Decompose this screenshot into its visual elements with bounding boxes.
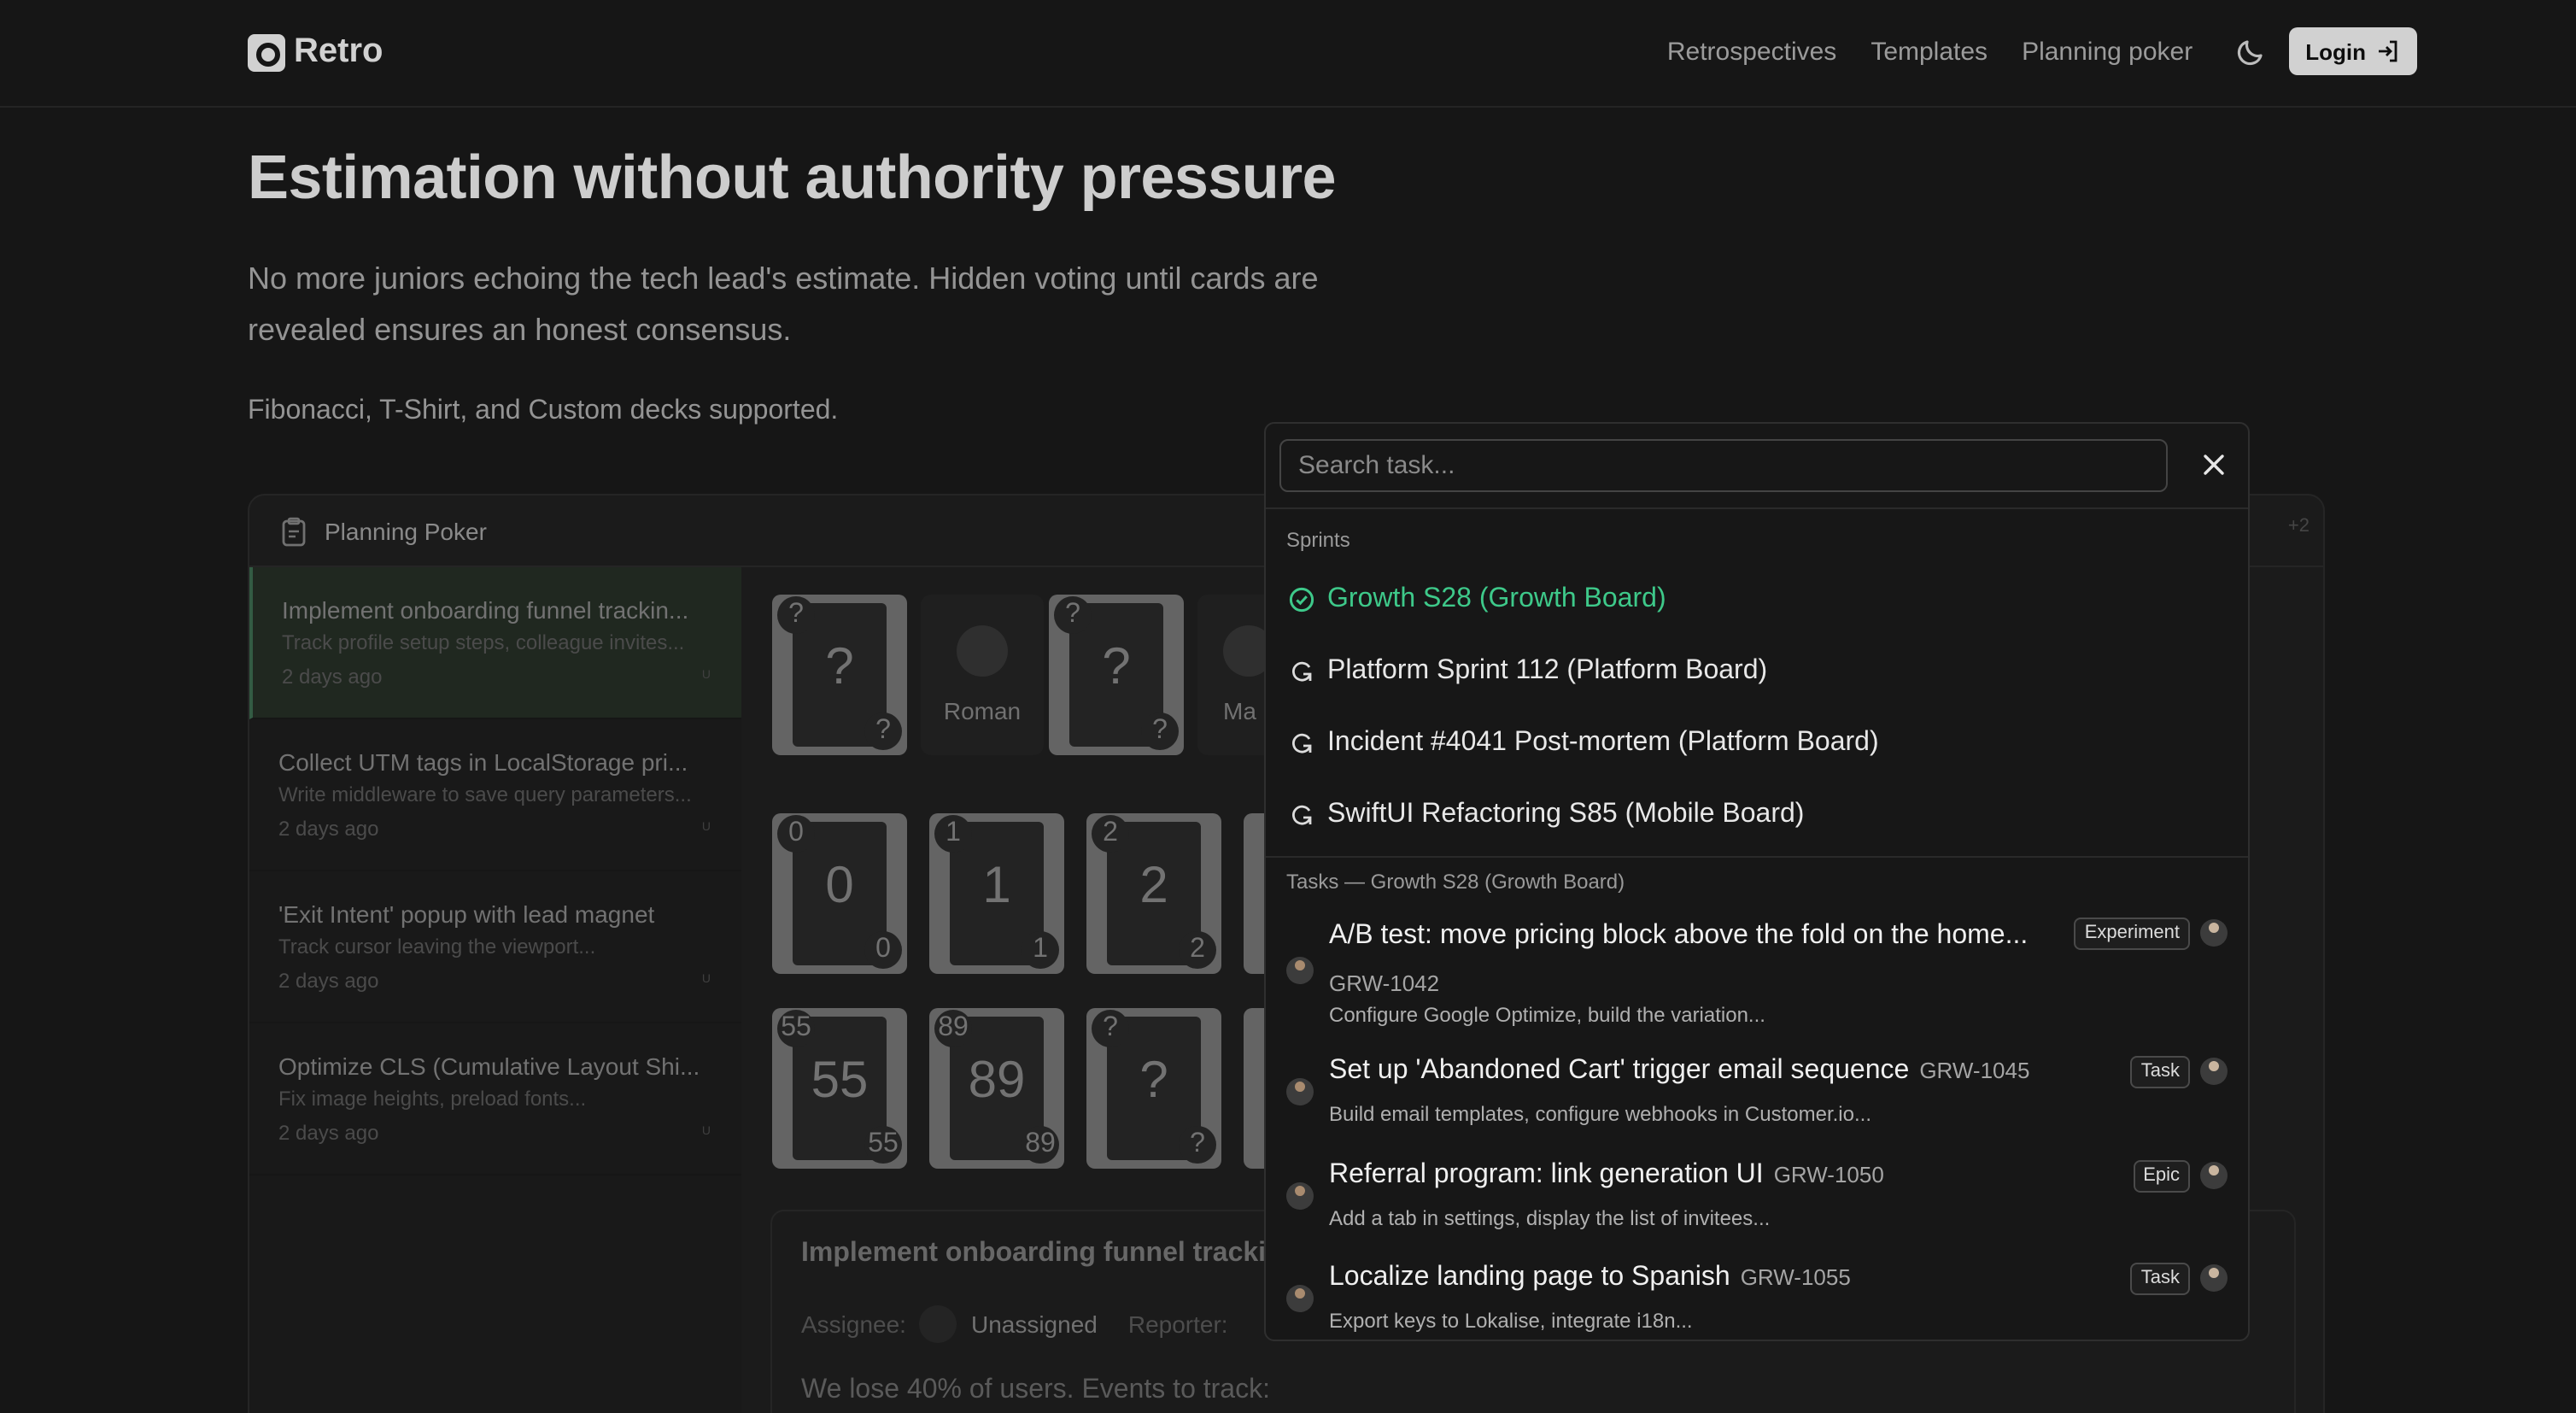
task-option[interactable]: Localize landing page to Spanish GRW-1055… bbox=[1266, 1258, 2248, 1340]
task-option[interactable]: A/B test: move pricing block above the f… bbox=[1266, 906, 2248, 1051]
avatar bbox=[1286, 1078, 1314, 1105]
task-option-title: Localize landing page to Spanish bbox=[1329, 1263, 1730, 1292]
task-type-badge: Experiment bbox=[2074, 918, 2190, 950]
task-search-palette: Sprints Growth S28 (Growth Board) Platfo… bbox=[1264, 422, 2250, 1341]
task-option-title-line: Referral program: link generation UI GRW-… bbox=[1329, 1160, 1884, 1191]
avatar bbox=[1286, 1285, 1314, 1312]
task-option-title-line: Set up 'Abandoned Cart' trigger email se… bbox=[1329, 1056, 2029, 1087]
task-option-title: Set up 'Abandoned Cart' trigger email se… bbox=[1329, 1056, 1910, 1085]
search-row bbox=[1266, 424, 2248, 509]
task-option-desc: Add a tab in settings, display the list … bbox=[1329, 1206, 1771, 1230]
sprint-label: Platform Sprint 112 (Platform Board) bbox=[1327, 656, 1768, 685]
check-circle-icon bbox=[1289, 587, 1314, 613]
sprint-cycle-icon bbox=[1292, 733, 1312, 753]
sprint-option[interactable]: Incident #4041 Post-mortem (Platform Boa… bbox=[1266, 707, 2248, 779]
sprint-label: SwiftUI Refactoring S85 (Mobile Board) bbox=[1327, 800, 1805, 829]
task-type-badge: Task bbox=[2130, 1056, 2190, 1088]
search-input[interactable] bbox=[1279, 439, 2168, 492]
task-option-code: GRW-1045 bbox=[1919, 1058, 2030, 1083]
avatar bbox=[2200, 1058, 2228, 1085]
avatar bbox=[1286, 957, 1314, 984]
sprint-label: Incident #4041 Post-mortem (Platform Boa… bbox=[1327, 728, 1879, 757]
task-option-desc: Configure Google Optimize, build the var… bbox=[1329, 1003, 1765, 1027]
task-option[interactable]: Referral program: link generation UI GRW-… bbox=[1266, 1155, 2248, 1258]
task-option-desc: Export keys to Lokalise, integrate i18n.… bbox=[1329, 1309, 1693, 1333]
sprints-group-label: Sprints bbox=[1286, 528, 1350, 552]
task-option-code: GRW-1042 bbox=[1329, 970, 1440, 996]
sprint-option[interactable]: Platform Sprint 112 (Platform Board) bbox=[1266, 636, 2248, 707]
sprint-cycle-icon bbox=[1292, 805, 1312, 825]
task-option-title: Referral program: link generation UI bbox=[1329, 1160, 1764, 1189]
task-option-code: GRW-1050 bbox=[1773, 1162, 1884, 1187]
task-option-desc: Build email templates, configure webhook… bbox=[1329, 1102, 1871, 1126]
avatar bbox=[2200, 1264, 2228, 1292]
avatar bbox=[2200, 919, 2228, 947]
avatar bbox=[2200, 1162, 2228, 1189]
task-option-code: GRW-1055 bbox=[1740, 1264, 1851, 1290]
task-option[interactable]: Set up 'Abandoned Cart' trigger email se… bbox=[1266, 1051, 2248, 1155]
close-icon[interactable] bbox=[2197, 448, 2231, 482]
task-option-title: A/B test: move pricing block above the f… bbox=[1329, 921, 2029, 950]
task-type-badge: Epic bbox=[2133, 1160, 2190, 1193]
task-option-title-line: Localize landing page to Spanish GRW-1055 bbox=[1329, 1263, 1851, 1293]
sprint-option[interactable]: SwiftUI Refactoring S85 (Mobile Board) bbox=[1266, 779, 2248, 851]
sprint-option-selected[interactable]: Growth S28 (Growth Board) bbox=[1266, 564, 2248, 636]
sprint-label: Growth S28 (Growth Board) bbox=[1327, 584, 1666, 613]
task-type-badge: Task bbox=[2130, 1263, 2190, 1295]
sprint-cycle-icon bbox=[1292, 661, 1312, 682]
avatar bbox=[1286, 1182, 1314, 1210]
tasks-group-label: Tasks — Growth S28 (Growth Board) bbox=[1286, 870, 1625, 894]
